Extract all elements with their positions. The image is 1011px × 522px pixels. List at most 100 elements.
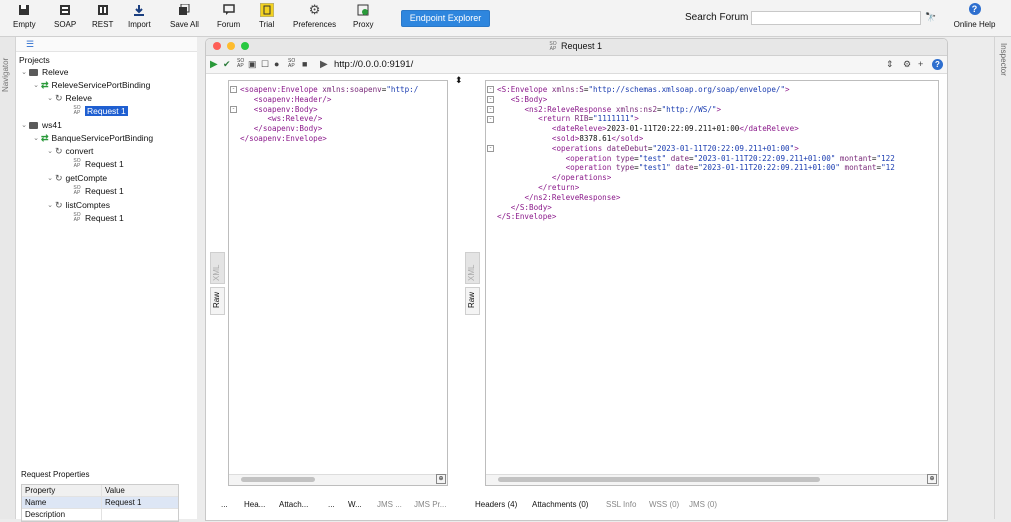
expand-chevron-icon[interactable]: ⌄	[45, 147, 55, 155]
endpoint-explorer-button[interactable]: Endpoint Explorer	[401, 10, 490, 27]
fold-toggle-icon[interactable]: -	[230, 86, 237, 93]
inspector-strip[interactable]: Inspector	[994, 37, 1011, 519]
import-button[interactable]: Import	[128, 3, 151, 33]
property-value-cell[interactable]: Request 1	[102, 497, 178, 508]
scrollbar-thumb[interactable]	[498, 477, 820, 482]
tree-request-releve[interactable]: SO AP Request 1	[73, 105, 128, 117]
xml-tab[interactable]: XML	[210, 252, 225, 284]
request-editor[interactable]: - - <soapenv:Envelope xmlns:soapenv="htt…	[228, 80, 448, 486]
soap-request-icon[interactable]: SO AP	[237, 59, 244, 69]
tree-project-releve[interactable]: ⌄ Releve	[19, 66, 68, 78]
square-icon[interactable]: ☐	[261, 59, 269, 70]
splitter-arrows-icon[interactable]: ⬍	[455, 75, 463, 86]
tab-request-jms-properties[interactable]: JMS Pr...	[414, 500, 446, 509]
request-xml-code[interactable]: <soapenv:Envelope xmlns:soapenv="http:/ …	[240, 85, 418, 144]
tab-request-more2[interactable]: ...	[328, 500, 335, 509]
tab-request-more[interactable]: ...	[221, 500, 228, 509]
soap-button[interactable]: SOAP	[54, 3, 76, 33]
help-icon[interactable]: ?	[932, 59, 943, 70]
list-view-icon[interactable]: ☰	[26, 39, 34, 50]
url-dropdown-icon[interactable]: ⇕	[886, 59, 894, 70]
table-row[interactable]: Name Request 1	[22, 497, 178, 509]
request-code-line: </soapenv:Envelope>	[240, 133, 327, 143]
tree-project-ws41[interactable]: ⌄ ws41	[19, 119, 62, 131]
response-xml-tab[interactable]: XML	[465, 252, 480, 284]
endpoint-url[interactable]: http://0.0.0.0:9191/	[334, 59, 413, 70]
tree-request-convert[interactable]: SO AP Request 1	[73, 158, 123, 170]
soap-request-icon: SO AP	[549, 40, 557, 52]
tab-response-wss[interactable]: WSS (0)	[649, 500, 679, 509]
fold-toggle-icon[interactable]: -	[487, 86, 494, 93]
response-editor[interactable]: - - - - - <S:Envelope xmlns:S="http://sc…	[485, 80, 939, 486]
tree-operation-releve[interactable]: ⌄ ↻ Releve	[45, 92, 92, 104]
expand-chevron-icon[interactable]: ⌄	[45, 201, 55, 209]
tree-operation-listcomptes[interactable]: ⌄ ↻ listComptes	[45, 199, 110, 211]
tree-request-listcomptes[interactable]: SO AP Request 1	[73, 212, 123, 224]
tab-request-wss[interactable]: W...	[348, 500, 362, 509]
save-all-button[interactable]: Save All	[170, 3, 199, 33]
expand-chevron-icon[interactable]: ⌄	[31, 134, 41, 142]
forum-button[interactable]: Forum	[217, 3, 240, 33]
tree-label: ws41	[42, 120, 62, 130]
tree-operation-convert[interactable]: ⌄ ↻ convert	[45, 145, 93, 157]
rest-button[interactable]: REST	[92, 3, 113, 33]
tab-response-ssl-info[interactable]: SSL Info	[606, 500, 636, 509]
binoculars-icon[interactable]: 🔭	[925, 12, 936, 23]
maximize-window-icon[interactable]	[241, 42, 249, 50]
tab-request-headers[interactable]: Hea...	[244, 500, 265, 509]
horizontal-scrollbar[interactable]: ⊕	[229, 474, 447, 485]
tree-operation-getcompte[interactable]: ⌄ ↻ getCompte	[45, 172, 107, 184]
property-value-cell[interactable]	[102, 509, 178, 520]
horizontal-scrollbar[interactable]: ⊕	[486, 474, 938, 485]
navigator-strip[interactable]: Navigator	[0, 37, 16, 519]
settings-icon[interactable]: ⚙	[903, 59, 911, 70]
image-icon[interactable]: ▣	[248, 59, 257, 70]
raw-tab-label: Raw	[467, 291, 476, 308]
response-raw-tab[interactable]: Raw	[465, 287, 480, 315]
tab-response-jms[interactable]: JMS (0)	[689, 500, 717, 509]
run-all-icon[interactable]: ✔	[223, 59, 231, 70]
play-icon[interactable]: ▶	[210, 59, 218, 70]
fold-toggle-icon[interactable]: -	[487, 145, 494, 152]
tree-binding-banque[interactable]: ⌄ ⇄ BanqueServicePortBinding	[31, 132, 153, 144]
proxy-button[interactable]: Proxy	[353, 3, 373, 33]
fold-toggle-icon[interactable]: -	[487, 106, 494, 113]
close-window-icon[interactable]	[213, 42, 221, 50]
tree-request-getcompte[interactable]: SO AP Request 1	[73, 185, 123, 197]
rest-label: REST	[92, 20, 114, 29]
tree-binding-releve[interactable]: ⌄ ⇄ ReleveServicePortBinding	[31, 79, 150, 91]
tab-request-jms[interactable]: JMS ...	[377, 500, 402, 509]
stop-icon[interactable]: ■	[302, 59, 307, 69]
splitter[interactable]	[197, 37, 205, 519]
empty-button[interactable]: Empty	[13, 3, 36, 33]
minimize-window-icon[interactable]	[227, 42, 235, 50]
tab-response-headers[interactable]: Headers (4)	[475, 500, 517, 509]
user-icon[interactable]: ●	[274, 59, 279, 69]
add-icon[interactable]: +	[918, 59, 923, 69]
zoom-icon[interactable]: ⊕	[927, 474, 937, 484]
scrollbar-thumb[interactable]	[241, 477, 315, 482]
expand-chevron-icon[interactable]: ⌄	[31, 81, 41, 89]
expand-chevron-icon[interactable]: ⌄	[19, 68, 29, 76]
projects-root[interactable]: Projects	[19, 54, 50, 66]
raw-tab[interactable]: Raw	[210, 287, 225, 315]
play-outline-icon[interactable]: ▶	[320, 59, 328, 70]
trial-button[interactable]: Trial	[259, 3, 274, 33]
soap-icon	[58, 3, 72, 17]
expand-chevron-icon[interactable]: ⌄	[45, 174, 55, 182]
table-row[interactable]: Description	[22, 509, 178, 521]
search-forum-input[interactable]	[751, 11, 921, 25]
response-xml-code[interactable]: <S:Envelope xmlns:S="http://schemas.xmls…	[497, 85, 895, 222]
fold-toggle-icon[interactable]: -	[487, 96, 494, 103]
tab-response-attachments[interactable]: Attachments (0)	[532, 500, 588, 509]
response-code-line: <S:Envelope xmlns:S="http://schemas.xmls…	[497, 85, 790, 94]
fold-toggle-icon[interactable]: -	[230, 106, 237, 113]
online-help-button[interactable]: ? Online Help	[952, 3, 997, 29]
soap-icon[interactable]: SO AP	[288, 59, 295, 69]
expand-chevron-icon[interactable]: ⌄	[19, 121, 29, 129]
zoom-icon[interactable]: ⊕	[436, 474, 446, 484]
expand-chevron-icon[interactable]: ⌄	[45, 94, 55, 102]
tab-request-attachments[interactable]: Attach...	[279, 500, 308, 509]
preferences-button[interactable]: ⚙ Preferences	[293, 2, 336, 33]
fold-toggle-icon[interactable]: -	[487, 116, 494, 123]
